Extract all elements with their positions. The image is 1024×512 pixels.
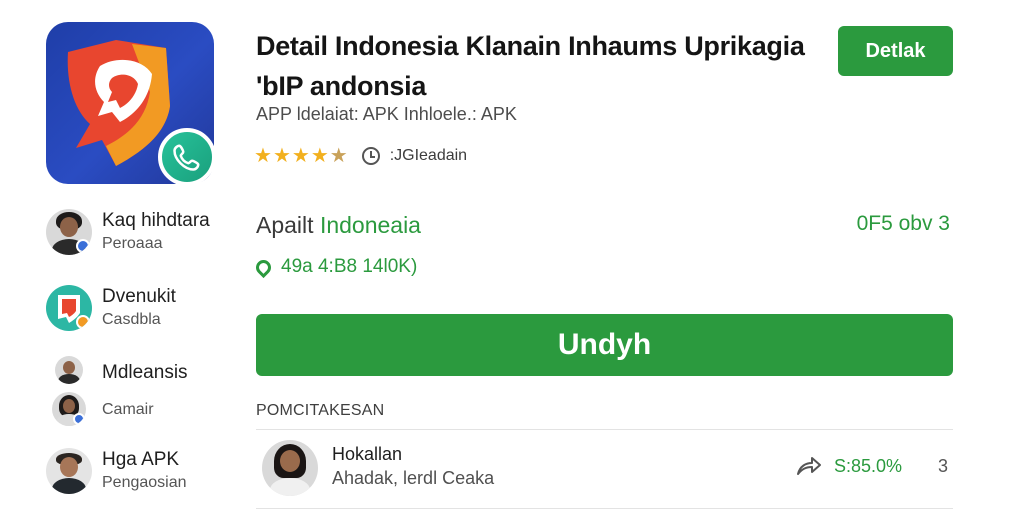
avatar — [46, 448, 92, 494]
section-title: POMCITAKESAN — [256, 402, 385, 419]
page-title: Detail Indonesia Klanain Inhaums Uprikag… — [256, 26, 826, 106]
divider — [256, 429, 953, 430]
app-subtitle: APP ldelaiat: APK Inhloele.: APK — [256, 104, 517, 124]
sidebar-item-1[interactable]: Kaq hihdtara Peroaaa — [46, 209, 210, 255]
avatar — [262, 440, 318, 496]
app-avatar-icon — [46, 285, 92, 331]
download-button[interactable]: Undyh — [256, 314, 953, 376]
sidebar-item-title: Mdleansis — [102, 362, 188, 383]
pin-icon — [252, 256, 275, 278]
size-info: 49a 4:B8 14l0K) — [281, 256, 418, 277]
star-icon: ★ — [254, 145, 272, 167]
clock-icon — [361, 147, 380, 165]
avatar — [46, 209, 92, 255]
sidebar-item-title: Kaq hihdtara — [102, 210, 210, 231]
star-icon: ★ — [291, 145, 310, 167]
comment-percent: S:85.0% — [834, 456, 903, 476]
rating-row: ★ ★ ★ ★ ★ :JGIeadain — [254, 144, 467, 168]
divider — [256, 508, 953, 509]
sidebar-item-2[interactable]: Dvenukit Casdbla — [46, 285, 176, 331]
star-icon: ★ — [310, 145, 329, 167]
sidebar-item-title: Hga APK — [102, 449, 180, 470]
title-line-2: 'bIP andonsia — [256, 71, 427, 101]
comment-author: Hokallan — [332, 444, 403, 464]
sidebar-item-4[interactable]: Hga APK Pengaosian — [46, 448, 187, 494]
sidebar-item-title: Dvenukit — [102, 286, 176, 307]
comment-item[interactable]: Hokallan Ahadak, lerdl Ceaka S:85.0% 3 — [262, 440, 952, 496]
publisher-name[interactable]: Indoneaia — [320, 212, 421, 238]
sidebar-item-3[interactable]: Mdleansis Camair — [46, 356, 188, 426]
sidebar-item-sub: Pengaosian — [102, 474, 187, 491]
share-icon[interactable] — [794, 454, 822, 478]
more-icon[interactable]: 3 — [938, 456, 948, 477]
sidebar-item-sub: Casdbla — [102, 311, 161, 328]
app-detail-page: Detail Indonesia Klanain Inhaums Uprikag… — [0, 0, 1024, 512]
detail-button[interactable]: Detlak — [838, 26, 953, 76]
comment-text: Ahadak, lerdl Ceaka — [332, 468, 495, 488]
title-line-1: Detail Indonesia Klanain Inhaums Uprikag… — [256, 31, 805, 61]
publisher-row: Apailt Indoneaia — [256, 212, 421, 239]
star-half-icon: ★ — [329, 145, 348, 167]
avatar — [52, 392, 86, 426]
avatar-stack — [46, 356, 92, 426]
rating-text: :JGIeadain — [389, 147, 468, 164]
phone-icon — [158, 128, 216, 186]
avatar — [55, 356, 83, 384]
sidebar-item-sub: Camair — [102, 401, 154, 418]
sidebar-item-sub: Peroaaa — [102, 235, 163, 252]
rating-stars: ★ ★ ★ ★ ★ — [254, 146, 348, 166]
size-row: 49a 4:B8 14l0K) — [252, 256, 418, 278]
version-info: 0F5 obv 3 — [856, 212, 950, 235]
publisher-label: Apailt — [256, 212, 314, 238]
star-icon: ★ — [272, 145, 291, 167]
